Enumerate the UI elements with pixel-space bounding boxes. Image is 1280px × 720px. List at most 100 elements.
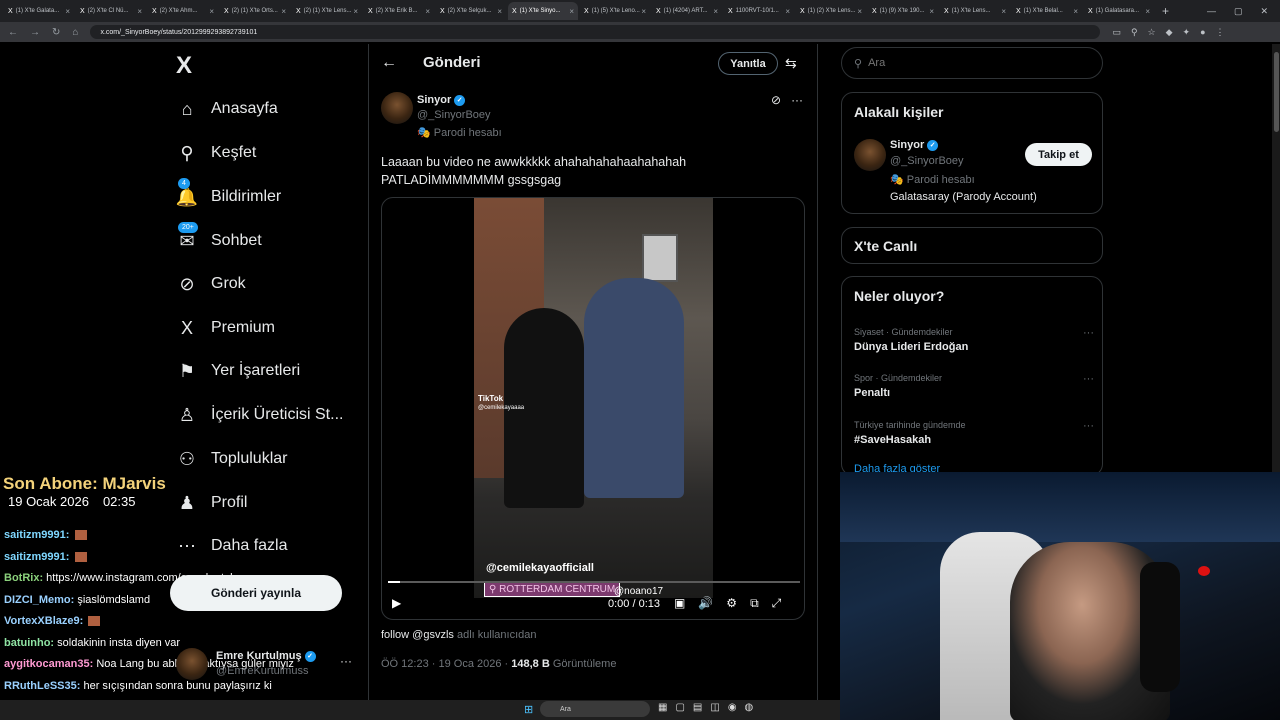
tab-close-icon[interactable]: × [1145, 7, 1150, 16]
minimize-icon[interactable]: — [1207, 6, 1216, 17]
video-frame[interactable]: TikTok @cemilekayaaaa [474, 198, 713, 598]
profile-avatar-icon[interactable]: ● [1200, 27, 1205, 38]
play-icon[interactable]: ▶ [392, 596, 401, 610]
discord-icon[interactable]: ◍ [745, 702, 754, 713]
tab-close-icon[interactable]: × [65, 7, 70, 16]
tab-close-icon[interactable]: × [209, 7, 214, 16]
tab-close-icon[interactable]: × [1073, 7, 1078, 16]
author-avatar[interactable] [381, 92, 413, 124]
tab-close-icon[interactable]: × [857, 7, 862, 16]
account-more-icon[interactable]: ··· [340, 654, 352, 668]
live-panel[interactable]: X'te Canlı [841, 227, 1103, 264]
file-explorer-icon[interactable]: ▤ [693, 702, 702, 713]
video-progress-bar[interactable] [388, 581, 800, 583]
url-field[interactable]: x.com/_SinyorBoey/status/201299929389273… [90, 25, 1101, 39]
star-icon[interactable]: ☆ [1148, 27, 1156, 38]
home-browser-icon[interactable]: ⌂ [72, 27, 78, 38]
puzzle-icon[interactable]: ✦ [1183, 27, 1191, 38]
trend-more-icon[interactable]: ··· [1083, 373, 1094, 385]
trend-item[interactable]: Spor · Gündemdekiler Penaltı ··· [854, 373, 1094, 399]
trend-item[interactable]: Siyaset · Gündemdekiler Dünya Lideri Erdo… [854, 327, 1094, 353]
tab-close-icon[interactable]: × [569, 7, 574, 16]
tab-close-icon[interactable]: × [785, 7, 790, 16]
back-arrow-icon[interactable]: ← [381, 54, 397, 72]
trend-more-icon[interactable]: ··· [1083, 327, 1094, 339]
extension-icon[interactable]: ◆ [1166, 27, 1173, 38]
browser-tab[interactable]: X (2) X'te Cl Nü... × [76, 2, 146, 20]
chrome-icon[interactable]: ◉ [728, 702, 737, 713]
browser-tab[interactable]: X 1100RVT-10/1... × [724, 2, 794, 20]
author-name[interactable]: Sinyor ✓ [417, 94, 466, 106]
sidebar-item-x-premium[interactable]: X Premium [176, 317, 275, 339]
filter-icon[interactable]: ⇆ [785, 55, 797, 72]
browser-tab[interactable]: X (1) (9) X'te 190... × [868, 2, 938, 20]
account-switcher[interactable]: Emre Kurtulmuş ✓ @EmreKurtulmuss ··· [176, 646, 356, 686]
tab-close-icon[interactable]: × [281, 7, 286, 16]
taskbar-search[interactable]: Ara [540, 701, 650, 717]
task-view-icon[interactable]: ▢ [675, 702, 684, 713]
trend-item[interactable]: Türkiye tarihinde gündemde #SaveHasakah ··… [854, 420, 1094, 446]
tab-close-icon[interactable]: × [641, 7, 646, 16]
sidebar-item-bookmark[interactable]: ⚑ Yer İşaretleri [176, 360, 300, 382]
tab-close-icon[interactable]: × [1001, 7, 1006, 16]
video-player[interactable]: TikTok @cemilekayaaaa @cemilekayaofficia… [381, 197, 805, 620]
x-logo[interactable]: X [176, 52, 192, 80]
sidebar-item-search[interactable]: ⚲ Keşfet [176, 142, 256, 164]
browser-tab[interactable]: X (2) X'te Ahm... × [148, 2, 218, 20]
browser-tab[interactable]: X (2) (1) X'te Orts... × [220, 2, 290, 20]
post-button[interactable]: Gönderi yayınla [170, 575, 342, 611]
related-avatar[interactable] [854, 139, 886, 171]
follow-button[interactable]: Takip et [1025, 143, 1092, 166]
sidebar-item-profile[interactable]: ♟ Profil [176, 492, 248, 514]
reload-icon[interactable]: ↻ [52, 27, 60, 38]
sidebar-item-mail[interactable]: ✉ 20+ Sohbet [176, 222, 262, 252]
sidebar-item-home[interactable]: ⌂ Anasayfa [176, 98, 278, 120]
settings-icon[interactable]: ⚙ [726, 596, 737, 611]
search-input[interactable] [868, 57, 1069, 69]
widgets-icon[interactable]: ▦ [658, 702, 667, 713]
sidebar-item-grok[interactable]: ⊘ Grok [176, 273, 245, 295]
related-name[interactable]: Sinyor ✓ [890, 139, 939, 151]
sidebar-item-creator[interactable]: ♙ İçerik Üreticisi St... [176, 404, 344, 426]
browser-tab[interactable]: X (2) X'te Selçuk... × [436, 2, 506, 20]
sidebar-item-bell[interactable]: 🔔 4 Bildirimler [176, 178, 281, 208]
tab-close-icon[interactable]: × [497, 7, 502, 16]
author-handle[interactable]: @_SinyorBoey [417, 109, 491, 121]
browser-tab[interactable]: X (1) (4204) ART... × [652, 2, 722, 20]
browser-tab[interactable]: X (1) X'te Galata... × [4, 2, 74, 20]
close-window-icon[interactable]: ✕ [1260, 6, 1268, 17]
browser-tab[interactable]: X (1) (5) X'te Leno... × [580, 2, 650, 20]
forward-icon[interactable]: → [30, 27, 40, 38]
menu-icon[interactable]: ⋮ [1216, 27, 1225, 38]
grok-explain-icon[interactable]: ⊘ [771, 93, 781, 107]
volume-icon[interactable]: 🔊 [698, 596, 713, 611]
more-icon[interactable]: ··· [791, 93, 803, 107]
tab-close-icon[interactable]: × [713, 7, 718, 16]
browser-tab[interactable]: X (1) X'te Sinyo... × [508, 2, 578, 20]
sidebar-item-communities[interactable]: ⚇ Topluluklar [176, 448, 288, 470]
search-box[interactable]: ⚲ [841, 47, 1103, 79]
browser-tab[interactable]: X (1) Galatasara... × [1084, 2, 1154, 20]
browser-tab[interactable]: X (1) X'te Lens... × [940, 2, 1010, 20]
trend-more-icon[interactable]: ··· [1083, 420, 1094, 432]
source-user-link[interactable]: follow @gsvzls [381, 629, 454, 641]
browser-tab[interactable]: X (2) X'te Erik B... × [364, 2, 434, 20]
windows-start-icon[interactable]: ⊞ [524, 703, 533, 716]
browser-tab[interactable]: X (2) (1) X'te Lens... × [292, 2, 362, 20]
post-timestamp[interactable]: ÖÖ 12:23 · 19 Oca 2026 · [381, 658, 508, 670]
zoom-icon[interactable]: ⚲ [1131, 27, 1138, 38]
reply-button[interactable]: Yanıtla [718, 52, 778, 75]
new-tab-button[interactable]: + [1162, 4, 1169, 18]
tab-close-icon[interactable]: × [425, 7, 430, 16]
maximize-icon[interactable]: ▢ [1234, 6, 1243, 17]
store-icon[interactable]: ◫ [710, 702, 719, 713]
scrollbar-thumb[interactable] [1274, 52, 1279, 132]
tab-close-icon[interactable]: × [353, 7, 358, 16]
tab-close-icon[interactable]: × [137, 7, 142, 16]
browser-tab[interactable]: X (1) (2) X'te Lens... × [796, 2, 866, 20]
back-icon[interactable]: ← [8, 27, 18, 38]
browser-tab[interactable]: X (1) X'te Belal... × [1012, 2, 1082, 20]
pip-icon[interactable]: ⧉ [750, 596, 759, 611]
cast-icon[interactable]: ▭ [1112, 27, 1121, 38]
tab-close-icon[interactable]: × [929, 7, 934, 16]
